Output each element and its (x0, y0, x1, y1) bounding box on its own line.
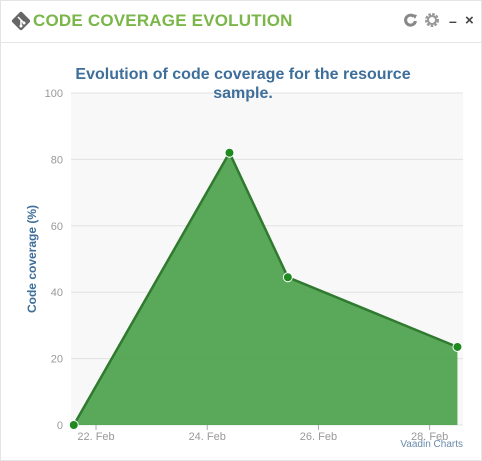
y-tick-label: 80 (51, 154, 63, 166)
widget-title: CODE COVERAGE EVOLUTION (33, 11, 293, 30)
coverage-chart: 020406080100 22. Feb 24. Feb 26. Feb 28. Fe… (25, 66, 463, 450)
y-tick-label: 60 (51, 221, 63, 233)
y-axis-label: Code coverage (%) (25, 205, 39, 313)
git-logo-icon (11, 11, 31, 31)
chart-title: Evolution of code coverage for the resou… (75, 66, 410, 83)
code-coverage-widget: CODE COVERAGE EVOLUTION – × 0 20 40 60 80 100… (0, 0, 482, 461)
settings-icon[interactable] (424, 12, 440, 28)
x-tick-label: 24. Feb (189, 431, 226, 443)
close-icon[interactable]: × (465, 13, 474, 29)
chart-title-line2: sample. (213, 85, 273, 102)
refresh-icon[interactable] (403, 12, 419, 28)
data-point (282, 272, 293, 283)
x-tick-label: 26. Feb (300, 431, 337, 443)
data-point (224, 147, 235, 158)
data-point (452, 341, 463, 352)
x-tick-label: 22. Feb (77, 431, 114, 443)
credits-link[interactable]: Vaadin Charts (400, 439, 463, 450)
y-tick-label: 100 (45, 88, 63, 100)
y-tick-label: 20 (51, 354, 63, 366)
widget-header: CODE COVERAGE EVOLUTION – × (1, 1, 481, 43)
y-tick-label: 40 (51, 287, 63, 299)
minimize-icon[interactable]: – (449, 13, 457, 29)
data-point (68, 420, 79, 430)
y-tick-label: 0 (57, 420, 63, 432)
